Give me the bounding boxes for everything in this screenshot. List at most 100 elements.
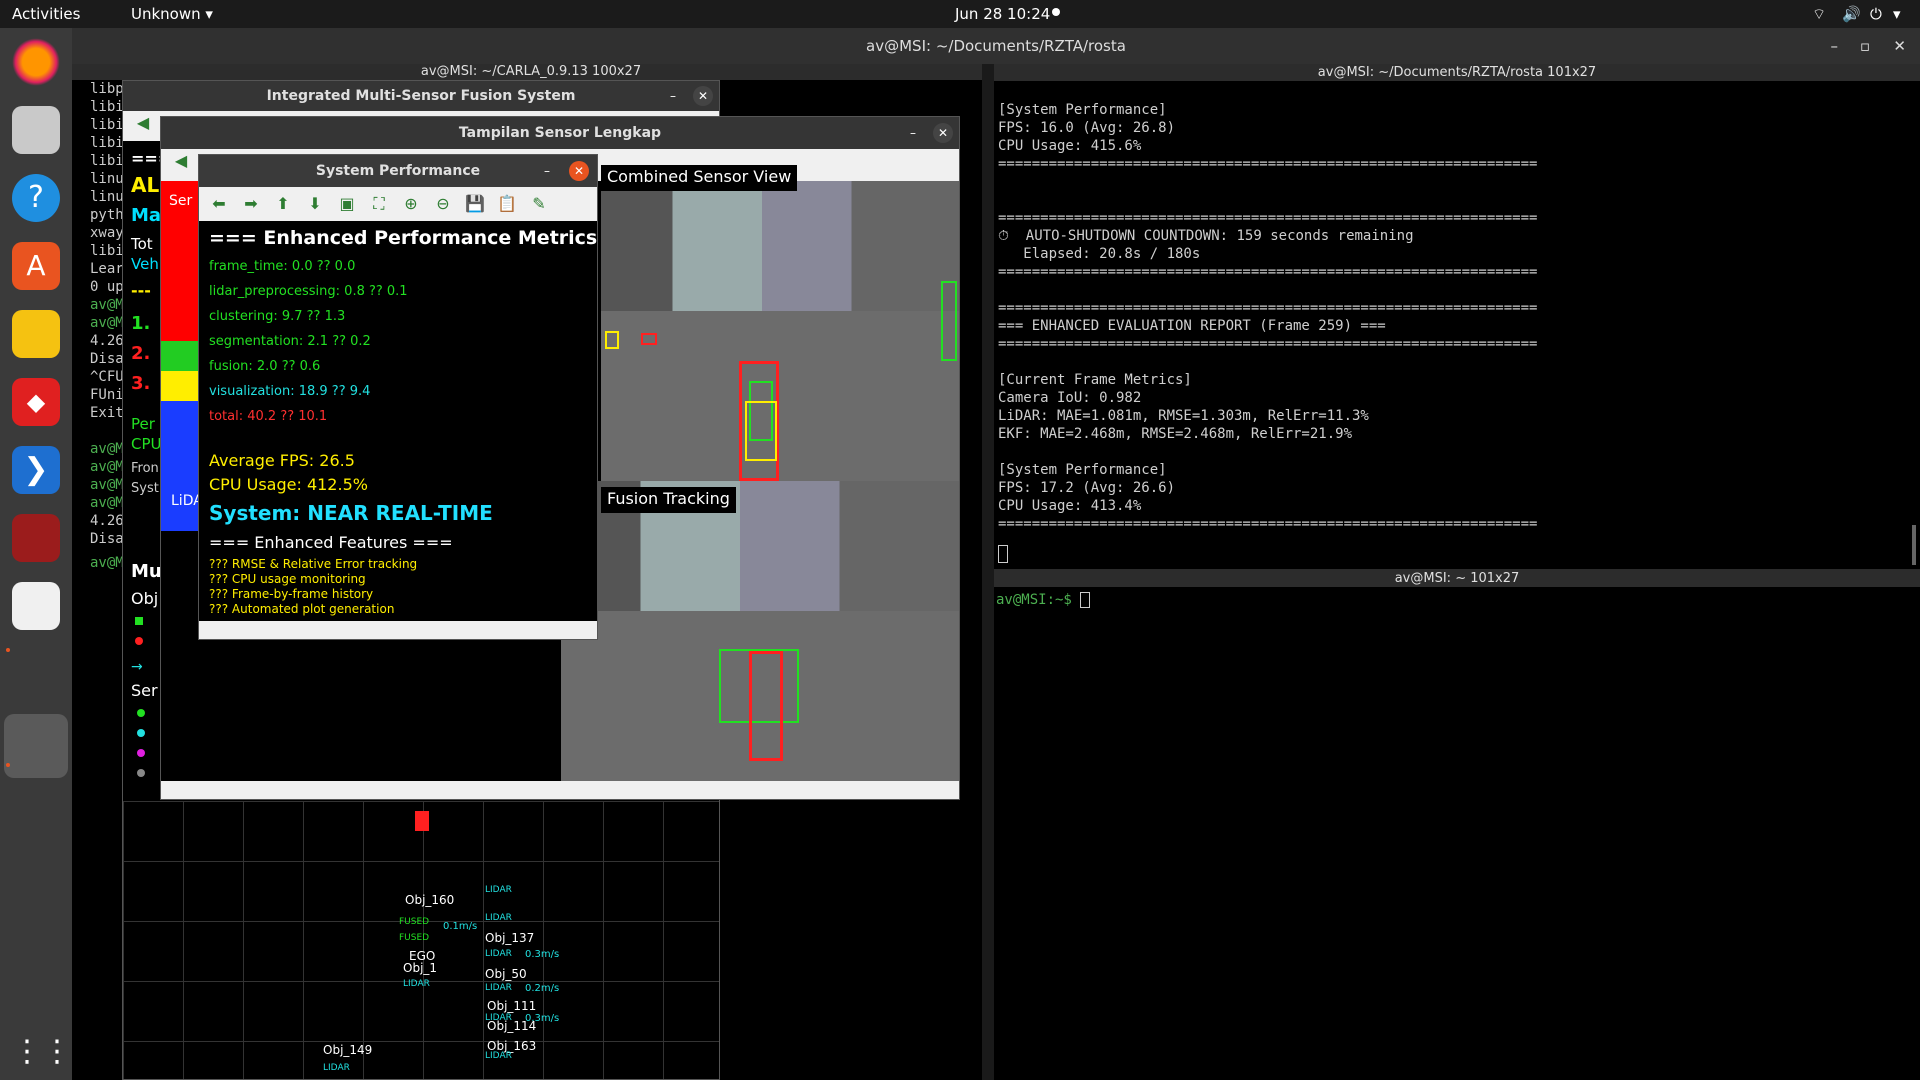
- terminal-line: ========================================…: [998, 210, 1538, 226]
- zoom-in-icon[interactable]: ⊕: [397, 192, 425, 216]
- radar-object-label: Obj_160: [405, 893, 455, 907]
- minimize-icon[interactable]: –: [663, 86, 683, 106]
- perf-window[interactable]: System Performance – ✕ ⬅ ➡ ⬆ ⬇ ▣ ⛶ ⊕ ⊖ 💾 📋 ✎ === E…: [198, 154, 598, 640]
- terminal-line: Camera IoU: 0.982: [998, 390, 1142, 406]
- radar-sensor-label: LIDAR: [403, 979, 430, 989]
- anydesk-icon[interactable]: ◆: [12, 378, 60, 426]
- metric-line: total: 40.2 ?? 10.1: [209, 409, 328, 424]
- minimize-icon[interactable]: –: [1831, 28, 1839, 64]
- back-icon[interactable]: ⬅: [205, 192, 233, 216]
- sensor-window-title[interactable]: Tampilan Sensor Lengkap: [161, 117, 959, 149]
- right-bottom-terminal-title: av@MSI: ~ 101x27: [994, 570, 1920, 587]
- power-icon[interactable]: ⏻: [1870, 5, 1882, 23]
- text-editor-icon[interactable]: [12, 310, 60, 358]
- show-apps-icon[interactable]: ⋮⋮: [12, 1028, 72, 1076]
- radar-object-label: Obj_50: [485, 967, 527, 981]
- scrollbar-thumb[interactable]: [1912, 525, 1916, 565]
- terminal-cursor: [998, 545, 1008, 563]
- minimize-icon[interactable]: –: [903, 123, 923, 143]
- zoom-out-icon[interactable]: ⊖: [429, 192, 457, 216]
- right-top-terminal-title: av@MSI: ~/Documents/RZTA/rosta 101x27: [994, 64, 1920, 81]
- right-top-terminal-output: [System Performance] FPS: 16.0 (Avg: 26.8…: [994, 81, 1920, 533]
- up-icon[interactable]: ⬆: [269, 192, 297, 216]
- right-bottom-terminal[interactable]: av@MSI: ~ 101x27 av@MSI:~$: [994, 570, 1920, 1080]
- detection-box: [749, 651, 783, 761]
- detection-box: [605, 331, 619, 349]
- grid-line: [483, 801, 484, 1079]
- document-viewer-icon[interactable]: [12, 582, 60, 630]
- arrow-icon: →: [131, 659, 143, 675]
- maximize-icon[interactable]: ▫: [1860, 28, 1870, 64]
- software-icon[interactable]: A: [12, 242, 60, 290]
- down-icon[interactable]: ⬇: [301, 192, 329, 216]
- vscode-icon[interactable]: ❯: [12, 446, 60, 494]
- metric-line: clustering: 9.7 ?? 1.3: [209, 309, 346, 324]
- fit-icon[interactable]: ⛶: [365, 192, 393, 216]
- perf-toolbar: ⬅ ➡ ⬆ ⬇ ▣ ⛶ ⊕ ⊖ 💾 📋 ✎: [199, 187, 597, 221]
- app-menu-label: Unknown: [131, 5, 201, 23]
- lidar-colored-panel: [161, 181, 199, 601]
- terminal-line: ⏱ AUTO-SHUTDOWN COUNTDOWN: 159 seconds r…: [998, 228, 1414, 244]
- terminal-line: ========================================…: [998, 156, 1538, 172]
- window-title: av@MSI: ~/Documents/RZTA/rosta: [866, 37, 1126, 55]
- perf-heading: === Enhanced Performance Metrics (m: [209, 227, 598, 249]
- radar-sensor-label: LIDAR: [485, 1013, 512, 1023]
- metric-line: segmentation: 2.1 ?? 0.2: [209, 334, 371, 349]
- terminal-line: CPU Usage: 415.6%: [998, 138, 1142, 154]
- terminal-line: CPU Usage: 413.4%: [998, 498, 1142, 514]
- prompt-text: av@MSI:~$: [996, 592, 1072, 608]
- minimize-icon[interactable]: –: [537, 161, 557, 181]
- camera-buildings: [601, 181, 959, 311]
- legend-marker: [137, 749, 145, 757]
- panel-label: Ser: [169, 193, 193, 209]
- firefox-icon[interactable]: [12, 38, 60, 86]
- main-window-titlebar[interactable]: av@MSI: ~/Documents/RZTA/rosta – ▫ ✕: [72, 28, 1920, 64]
- terminal-line: EKF: MAE=2.468m, RMSE=2.468m, RelErr=21.…: [998, 426, 1353, 442]
- radar-sensor-label: LIDAR: [485, 913, 512, 923]
- close-icon[interactable]: ✕: [693, 86, 713, 106]
- clock[interactable]: Jun 28 10:24: [955, 5, 1050, 23]
- active-app-icon[interactable]: [4, 714, 68, 778]
- close-icon[interactable]: ✕: [569, 161, 589, 181]
- side-label: Per: [131, 415, 155, 433]
- terminal-line: FPS: 16.0 (Avg: 26.8): [998, 120, 1176, 136]
- panel-label: Fusion Tracking: [601, 487, 736, 513]
- close-icon[interactable]: ✕: [933, 123, 953, 143]
- metric-line: lidar_preprocessing: 0.8 ?? 0.1: [209, 284, 408, 299]
- files-icon[interactable]: [12, 106, 60, 154]
- radar-object-label: Obj_111: [487, 999, 537, 1013]
- pen-icon[interactable]: ✎: [525, 192, 553, 216]
- save-icon[interactable]: 💾: [461, 192, 489, 216]
- copy-icon[interactable]: 📋: [493, 192, 521, 216]
- radar-view: Obj_160 EGO Obj_137 Obj_50 Obj_111 Obj_114 Obj…: [123, 801, 719, 1079]
- right-top-terminal[interactable]: av@MSI: ~/Documents/RZTA/rosta 101x27 [S…: [994, 64, 1920, 569]
- image-icon[interactable]: ▣: [333, 192, 361, 216]
- camera-top-panel: [601, 181, 959, 481]
- grid-line: [603, 801, 604, 1079]
- back-icon[interactable]: ◀: [167, 149, 195, 173]
- wifi-icon[interactable]: ⌔: [1812, 5, 1826, 24]
- forward-icon[interactable]: ➡: [237, 192, 265, 216]
- activities-button[interactable]: Activities: [12, 5, 80, 23]
- pane-divider[interactable]: [982, 64, 994, 1080]
- close-icon[interactable]: ✕: [1893, 28, 1906, 64]
- grid-line: [123, 801, 124, 1079]
- fusion-window-title[interactable]: Integrated Multi-Sensor Fusion System: [123, 81, 719, 111]
- system-monitor-icon[interactable]: [12, 514, 60, 562]
- radar-sensor-label: FUSED: [399, 917, 430, 927]
- terminal-line: [System Performance]: [998, 462, 1167, 478]
- terminal-line: ========================================…: [998, 264, 1538, 280]
- app-menu[interactable]: Unknown ▾: [131, 5, 213, 23]
- shell-prompt[interactable]: av@MSI:~$: [994, 587, 1920, 608]
- terminal-line: === ENHANCED EVALUATION REPORT (Frame 25…: [998, 318, 1386, 334]
- radar-object-label: Obj_137: [485, 931, 535, 945]
- chevron-down-icon[interactable]: ▾: [1893, 5, 1901, 23]
- back-icon[interactable]: ◀: [129, 111, 157, 135]
- volume-icon[interactable]: 🔊: [1842, 5, 1861, 23]
- ego-vehicle-marker: [415, 811, 429, 831]
- grid-line: [363, 801, 364, 1079]
- help-icon[interactable]: ?: [12, 174, 60, 222]
- radar-speed-label: 0.3m/s: [525, 1013, 560, 1024]
